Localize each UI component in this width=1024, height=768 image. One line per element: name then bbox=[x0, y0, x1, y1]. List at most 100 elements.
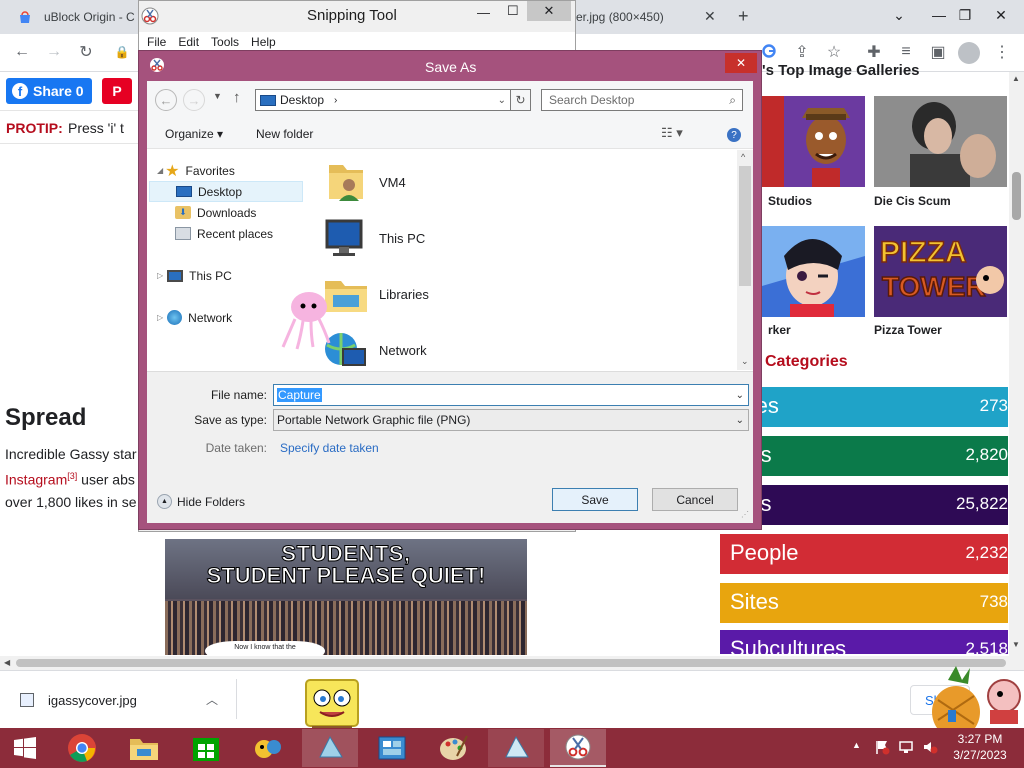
resize-grip-icon[interactable]: ⋰ bbox=[741, 510, 749, 519]
show-hidden-icons[interactable]: ▲ bbox=[852, 740, 861, 750]
tab-close-icon[interactable]: ✕ bbox=[704, 8, 716, 25]
tab-image[interactable]: er.jpg (800×450) ✕ bbox=[576, 0, 724, 34]
menu-help[interactable]: Help bbox=[251, 35, 276, 49]
tree-recent-places[interactable]: Recent places bbox=[175, 223, 273, 244]
close-window-button[interactable]: ✕ bbox=[978, 0, 1024, 30]
hide-folders-button[interactable]: ▲ Hide Folders bbox=[157, 494, 245, 509]
category-tile[interactable]: Subcultures 2,518 bbox=[720, 630, 1008, 654]
forward-icon[interactable]: → bbox=[183, 89, 205, 111]
gallery-thumb-rker[interactable] bbox=[762, 226, 865, 317]
specify-date-link[interactable]: Specify date taken bbox=[280, 441, 379, 455]
new-tab-button[interactable]: + bbox=[738, 6, 749, 27]
profile-avatar[interactable] bbox=[958, 42, 980, 64]
category-tile[interactable]: Sites 738 bbox=[720, 583, 1008, 623]
refresh-icon[interactable]: ↻ bbox=[511, 89, 531, 111]
taskbar-character-app[interactable] bbox=[240, 729, 296, 767]
scroll-up-icon[interactable]: ^ bbox=[741, 152, 745, 162]
clock[interactable]: 3:27 PM 3/27/2023 bbox=[948, 731, 1012, 763]
category-tile[interactable]: People 2,232 bbox=[720, 534, 1008, 574]
category-tile[interactable]: tures273 bbox=[720, 387, 1008, 427]
file-item[interactable]: Libraries bbox=[323, 268, 429, 320]
chevron-down-icon[interactable]: ⌄ bbox=[498, 95, 506, 106]
file-item[interactable]: VM4 bbox=[323, 156, 406, 208]
file-list-scrollbar[interactable]: ^ ⌄ bbox=[737, 150, 753, 370]
taskbar-file-explorer[interactable] bbox=[116, 729, 172, 767]
lock-icon[interactable]: 🔒 bbox=[108, 38, 136, 66]
gallery-thumb-die-cis-scum[interactable] bbox=[874, 96, 1007, 187]
up-icon[interactable]: ↑ bbox=[233, 89, 241, 106]
tree-desktop[interactable]: Desktop bbox=[149, 181, 303, 202]
tree-this-pc[interactable]: ▷ This PC bbox=[157, 265, 232, 286]
tree-favorites[interactable]: ◢ ★ Favorites bbox=[157, 160, 235, 181]
menu-file[interactable]: File bbox=[147, 35, 166, 49]
sidebar-icon[interactable]: ▣ bbox=[924, 38, 952, 66]
category-tile[interactable]: mes25,822 bbox=[720, 485, 1008, 525]
gallery-thumb-studios[interactable] bbox=[762, 96, 865, 187]
volume-muted-icon[interactable] bbox=[922, 739, 938, 755]
taskbar-paper-app[interactable] bbox=[302, 729, 358, 767]
back-icon[interactable]: ← bbox=[8, 38, 36, 66]
organize-button[interactable]: Organize ▾ bbox=[165, 127, 223, 141]
close-button[interactable]: ✕ bbox=[527, 1, 571, 21]
menu-edit[interactable]: Edit bbox=[178, 35, 199, 49]
taskbar-snipping-tool[interactable] bbox=[550, 729, 606, 767]
students-meme-image[interactable]: STUDENTS, STUDENT PLEASE QUIET! Now I kn… bbox=[165, 539, 527, 655]
taskbar-paint[interactable] bbox=[426, 729, 482, 767]
gallery-label[interactable]: Studios bbox=[768, 194, 812, 208]
scroll-left-icon[interactable]: ◀ bbox=[4, 658, 10, 667]
category-tile[interactable]: ents2,820 bbox=[720, 436, 1008, 476]
dialog-close-button[interactable]: ✕ bbox=[725, 53, 757, 73]
tree-downloads[interactable]: ⬇ Downloads bbox=[175, 202, 256, 223]
taskbar-store[interactable] bbox=[178, 729, 234, 767]
menu-icon[interactable]: ⋮ bbox=[988, 38, 1016, 66]
expand-icon[interactable]: ◢ bbox=[157, 166, 163, 175]
back-icon[interactable]: ← bbox=[155, 89, 177, 111]
taskbar-notes[interactable] bbox=[488, 729, 544, 767]
help-icon[interactable]: ? bbox=[727, 128, 741, 142]
chevron-down-icon[interactable]: ⌄ bbox=[736, 390, 744, 401]
taskbar-control-panel[interactable] bbox=[364, 729, 420, 767]
forward-icon[interactable]: → bbox=[40, 38, 68, 66]
menu-tools[interactable]: Tools bbox=[211, 35, 239, 49]
gallery-thumb-pizza-tower[interactable]: PIZZA TOWER bbox=[874, 226, 1007, 317]
maximize-button[interactable]: ☐ bbox=[507, 3, 519, 19]
scrollbar-thumb[interactable] bbox=[1012, 172, 1021, 220]
file-name-input[interactable]: Capture ⌄ bbox=[273, 384, 749, 406]
save-type-select[interactable]: Portable Network Graphic file (PNG) ⌄ bbox=[273, 409, 749, 431]
scroll-down-icon[interactable]: ▼ bbox=[1012, 640, 1020, 649]
taskbar-chrome[interactable] bbox=[54, 729, 110, 767]
instagram-link[interactable]: Instagram bbox=[5, 472, 67, 488]
cancel-button[interactable]: Cancel bbox=[652, 488, 738, 511]
address-bar[interactable]: Desktop › ⌄ bbox=[255, 89, 511, 111]
file-item[interactable]: This PC bbox=[323, 212, 425, 264]
page-scrollbar[interactable]: ▲ ▼ bbox=[1009, 72, 1024, 656]
google-icon[interactable] bbox=[762, 44, 776, 58]
chevron-up-icon[interactable]: ︿ bbox=[206, 691, 218, 708]
search-input[interactable]: Search Desktop ⌕ bbox=[541, 89, 743, 111]
horizontal-scrollbar[interactable]: ◀ bbox=[0, 656, 1024, 670]
tree-network[interactable]: ▷ Network bbox=[157, 307, 232, 328]
recent-locations-icon[interactable]: ▼ bbox=[213, 91, 222, 101]
minimize-button[interactable]: — bbox=[477, 5, 490, 20]
citation[interactable]: [3] bbox=[67, 471, 77, 481]
action-center-flag-icon[interactable] bbox=[874, 739, 890, 755]
save-button[interactable]: Save bbox=[552, 488, 638, 511]
gallery-label[interactable]: rker bbox=[768, 323, 791, 337]
expand-icon[interactable]: ▷ bbox=[157, 313, 163, 322]
new-folder-button[interactable]: New folder bbox=[256, 127, 313, 141]
scroll-down-icon[interactable]: ⌄ bbox=[741, 356, 749, 367]
chevron-down-icon[interactable]: ⌄ bbox=[736, 415, 744, 426]
scrollbar-thumb[interactable] bbox=[739, 166, 751, 286]
tab-ublock[interactable]: uBlock Origin - C bbox=[0, 0, 138, 34]
expand-icon[interactable]: ▷ bbox=[157, 271, 163, 280]
network-tray-icon[interactable] bbox=[898, 739, 914, 755]
view-options-icon[interactable]: ☷ ▾ bbox=[661, 125, 683, 141]
pinterest-button[interactable]: P bbox=[102, 78, 132, 104]
file-item[interactable]: Network bbox=[323, 324, 427, 376]
gallery-label[interactable]: Pizza Tower bbox=[874, 323, 942, 337]
h-scrollbar-thumb[interactable] bbox=[16, 659, 1006, 667]
facebook-share-button[interactable]: f Share 0 bbox=[6, 78, 92, 104]
start-button[interactable] bbox=[0, 729, 50, 767]
gallery-label[interactable]: Die Cis Scum bbox=[874, 194, 951, 208]
scroll-up-icon[interactable]: ▲ bbox=[1012, 74, 1020, 83]
